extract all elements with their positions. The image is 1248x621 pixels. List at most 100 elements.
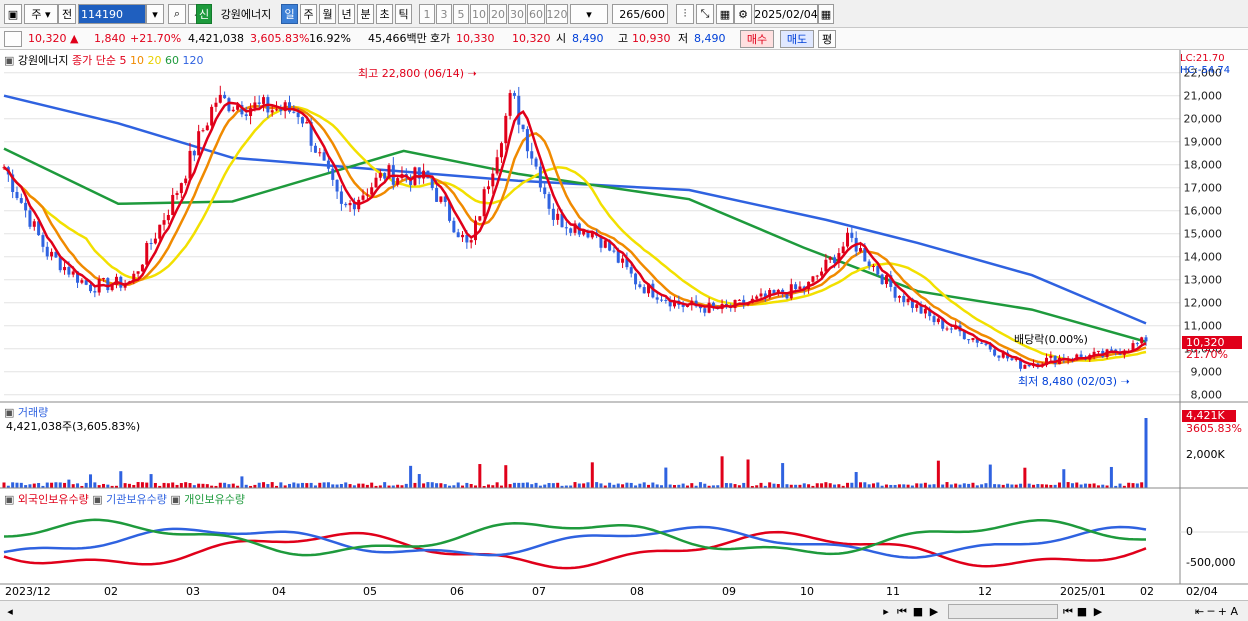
- rewind-icon[interactable]: ⏮: [896, 604, 908, 619]
- candle-icon[interactable]: ⫶: [676, 4, 694, 24]
- eval-button[interactable]: 평: [818, 30, 836, 48]
- period-button[interactable]: 주: [300, 4, 317, 24]
- volume-bar: [361, 483, 365, 488]
- interval-button[interactable]: 10: [470, 4, 488, 24]
- candle-body: [101, 278, 105, 280]
- stock-chart[interactable]: 22,00021,00020,00019,00018,00017,00016,0…: [0, 50, 1248, 600]
- date-input[interactable]: 2025/02/04: [754, 4, 818, 24]
- zoom-controls[interactable]: ⇤ ─ + A: [1108, 604, 1238, 619]
- high-annotation: 최고 22,800 (06/14) ➝: [358, 67, 477, 80]
- candle-body: [486, 186, 490, 190]
- next-icon[interactable]: ▶: [1092, 604, 1104, 619]
- candle-body: [58, 257, 62, 271]
- candle-body: [491, 173, 495, 187]
- period-button[interactable]: 초: [376, 4, 393, 24]
- stop-icon[interactable]: ■: [912, 604, 924, 619]
- volume-bar: [517, 482, 521, 488]
- volume-bar: [781, 463, 785, 488]
- candle-body: [374, 177, 378, 188]
- prev-button[interactable]: 전: [58, 4, 76, 24]
- period-button[interactable]: 틱: [395, 4, 412, 24]
- volume-bar: [19, 482, 23, 488]
- candle-body: [638, 284, 642, 288]
- high-price: 10,930: [632, 32, 671, 45]
- play-icon[interactable]: ▶: [928, 604, 940, 619]
- search-icon[interactable]: ⌕: [168, 4, 186, 24]
- candle-body: [41, 235, 45, 247]
- volume-bar: [837, 484, 841, 488]
- candle-body: [292, 111, 296, 113]
- grid-icon[interactable]: ▦: [716, 4, 734, 24]
- count-input[interactable]: 265/600: [612, 4, 668, 24]
- volume-bar: [50, 482, 54, 488]
- interval-button[interactable]: 1: [419, 4, 435, 24]
- volume-bar: [486, 484, 490, 488]
- period-button[interactable]: 월: [319, 4, 336, 24]
- volume-bar: [71, 484, 75, 488]
- calendar-icon[interactable]: ▦: [818, 4, 834, 24]
- stock-code-input[interactable]: 114190: [78, 4, 146, 24]
- candle-body: [859, 248, 862, 252]
- credit-badge: 신: [196, 4, 212, 24]
- sell-button[interactable]: 매도: [780, 30, 814, 48]
- window-icon[interactable]: ▣: [4, 4, 22, 24]
- volume-bar: [1036, 484, 1040, 488]
- volume-bar: [543, 484, 547, 488]
- candle-body: [80, 280, 84, 283]
- volume-bar: [824, 482, 828, 488]
- candle-body: [755, 296, 759, 299]
- checkbox-icon[interactable]: [4, 31, 22, 47]
- x-tick-label: 02: [1140, 585, 1154, 598]
- stop-icon-2[interactable]: ■: [1076, 604, 1088, 619]
- y-tick-label: 16,000: [1184, 205, 1223, 218]
- zoom-slider[interactable]: [948, 604, 1058, 619]
- gear-icon[interactable]: ⚙: [734, 4, 752, 24]
- interval-button[interactable]: 60: [527, 4, 545, 24]
- holding-legend: ▣ 외국인보유수량 ▣ 기관보유수량 ▣ 개인보유수량: [4, 491, 245, 507]
- candle-body: [1135, 343, 1139, 345]
- volume-bar: [15, 482, 19, 488]
- candle-body: [339, 191, 343, 204]
- count-total: /600: [640, 7, 665, 21]
- legend-institution: 기관보유수량: [106, 493, 167, 506]
- interval-select[interactable]: ▾: [570, 4, 608, 24]
- candle-body: [815, 275, 819, 277]
- y-tick-label: 15,000: [1184, 228, 1223, 241]
- candle-body: [192, 150, 196, 156]
- market-select[interactable]: 주 ▾: [24, 4, 58, 24]
- volume-bar: [309, 482, 313, 488]
- interval-button[interactable]: 5: [453, 4, 469, 24]
- buy-button[interactable]: 매수: [740, 30, 774, 48]
- x-tick-label: 03: [186, 585, 200, 598]
- interval-button[interactable]: 120: [546, 4, 568, 24]
- scroll-left-icon[interactable]: ◂: [4, 604, 16, 619]
- x-tick-label: 05: [363, 585, 377, 598]
- interval-button[interactable]: 3: [436, 4, 452, 24]
- prev-icon[interactable]: ⏮: [1062, 604, 1074, 619]
- horizontal-scrollbar[interactable]: ◂ ▸ ⏮ ■ ▶ ⏮ ■ ▶ ⇤ ─ + A: [0, 600, 1248, 621]
- candle-body: [244, 114, 248, 117]
- draw-icon[interactable]: ⤡: [696, 4, 714, 24]
- volume-bar: [759, 482, 763, 488]
- candle-body: [318, 152, 322, 154]
- interval-button[interactable]: 20: [489, 4, 507, 24]
- volume-bar: [742, 482, 746, 488]
- volume-bar: [534, 482, 538, 488]
- candle-body: [655, 297, 659, 300]
- period-button[interactable]: 일: [281, 4, 298, 24]
- period-button[interactable]: 년: [338, 4, 355, 24]
- interval-button[interactable]: 30: [508, 4, 526, 24]
- volume-bar: [638, 483, 642, 488]
- period-button[interactable]: 분: [357, 4, 374, 24]
- volume-bar: [1045, 484, 1049, 488]
- volume-bar: [32, 483, 36, 488]
- price-change-pct: +21.70%: [130, 32, 182, 45]
- scroll-right-icon[interactable]: ▸: [880, 604, 892, 619]
- candle-body: [530, 151, 534, 159]
- candle-body: [93, 291, 97, 293]
- dropdown-icon[interactable]: ▾: [146, 4, 164, 24]
- candle-body: [179, 183, 183, 194]
- volume-bar: [923, 482, 927, 488]
- candle-body: [452, 220, 456, 233]
- volume-bar: [668, 484, 672, 488]
